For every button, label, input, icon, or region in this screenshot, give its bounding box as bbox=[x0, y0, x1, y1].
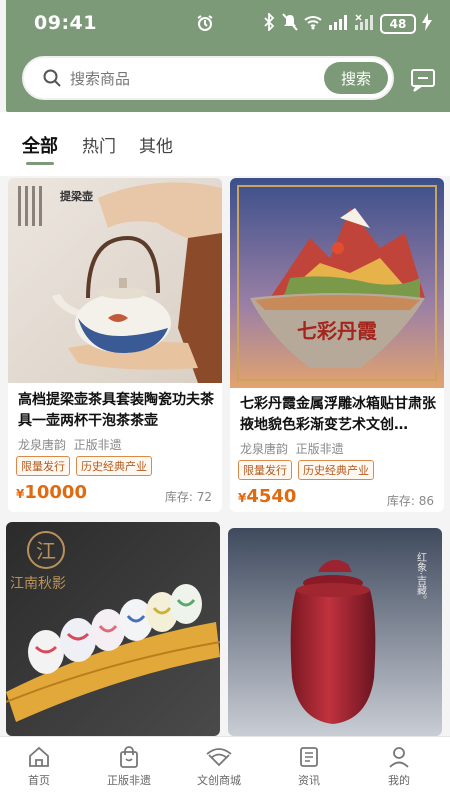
product-price: ¥4540 bbox=[238, 486, 296, 507]
tag-classic: 历史经典产业 bbox=[76, 456, 152, 476]
shopping-bag-icon bbox=[94, 745, 164, 769]
home-icon bbox=[4, 745, 74, 769]
charging-icon bbox=[422, 13, 432, 35]
price-value: 10000 bbox=[24, 482, 87, 503]
category-tabs: 全部 热门 其他 bbox=[0, 112, 450, 176]
search-icon bbox=[42, 68, 62, 92]
nav-label: 文创商城 bbox=[197, 774, 241, 787]
image-caption: 提梁壶 bbox=[60, 189, 93, 203]
tag-limited: 限量发行 bbox=[238, 460, 292, 480]
news-icon bbox=[274, 745, 344, 769]
search-button[interactable]: 搜索 bbox=[324, 62, 388, 94]
nav-home[interactable]: 首页 bbox=[4, 745, 74, 788]
nav-label: 首页 bbox=[28, 774, 50, 787]
image-caption: 七彩丹霞 bbox=[297, 319, 378, 343]
clock-time: 09:41 bbox=[34, 12, 97, 34]
mute-icon bbox=[282, 13, 298, 35]
product-image: 提梁壶 bbox=[8, 178, 222, 383]
tag-limited: 限量发行 bbox=[16, 456, 70, 476]
tag-classic: 历史经典产业 bbox=[298, 460, 374, 480]
product-price: ¥10000 bbox=[16, 482, 87, 503]
product-meta: 龙泉唐韵 正版非遗 bbox=[240, 440, 344, 457]
nav-label: 正版非遗 bbox=[107, 774, 151, 787]
nav-news[interactable]: 资讯 bbox=[274, 745, 344, 788]
signal-icon bbox=[328, 14, 348, 34]
logo-mark: 江 bbox=[36, 539, 56, 563]
image-caption: 红象·吉藏。 bbox=[415, 551, 427, 605]
tab-all[interactable]: 全部 bbox=[22, 132, 58, 158]
product-title: 高档提梁壶茶具套装陶瓷功夫茶具一壶两杯干泡茶茶壶 bbox=[18, 392, 214, 429]
product-image: 七彩丹霞 bbox=[230, 178, 444, 388]
nav-creative-mall[interactable]: 文创商城 bbox=[184, 745, 254, 788]
brand-badge: 正版非遗 bbox=[295, 442, 344, 456]
product-tags: 限量发行 历史经典产业 bbox=[238, 460, 374, 480]
active-tab-indicator bbox=[26, 162, 54, 165]
product-stock: 库存: 86 bbox=[386, 494, 434, 508]
battery-indicator: 48 bbox=[380, 14, 416, 34]
bottom-nav: 首页 正版非遗 文创商城 资讯 我的 bbox=[0, 736, 450, 800]
product-image: 江 江南秋影 bbox=[6, 522, 220, 736]
wifi-hat-icon bbox=[184, 745, 254, 769]
product-meta: 龙泉唐韵 正版非遗 bbox=[18, 436, 122, 453]
user-icon bbox=[364, 745, 434, 769]
nav-label: 我的 bbox=[388, 774, 410, 787]
brand-name: 龙泉唐韵 bbox=[240, 442, 289, 456]
product-card[interactable]: 提梁壶 高档提梁壶茶具套装陶瓷功夫茶具一壶两杯干泡茶茶壶 龙泉唐韵 正版非遗 限… bbox=[8, 178, 222, 512]
brand-name: 龙泉唐韵 bbox=[18, 438, 67, 452]
product-title: 七彩丹霞金属浮雕冰箱贴甘肃张掖地貌色彩渐变艺术文创… bbox=[240, 396, 436, 433]
image-caption: 江南秋影 bbox=[10, 576, 66, 592]
product-card[interactable]: 红象·吉藏。 bbox=[228, 528, 442, 736]
product-card[interactable]: 七彩丹霞 七彩丹霞金属浮雕冰箱贴甘肃张掖地貌色彩渐变艺术文创… 龙泉唐韵 正版非… bbox=[230, 178, 444, 512]
app-header: 09:41 48 搜索商品 搜索 bbox=[6, 0, 450, 112]
nav-mine[interactable]: 我的 bbox=[364, 745, 434, 788]
wifi-icon bbox=[304, 14, 322, 34]
message-icon[interactable] bbox=[410, 68, 436, 96]
signal-x-icon bbox=[354, 14, 374, 34]
nav-label: 资讯 bbox=[298, 774, 320, 787]
search-bar[interactable]: 搜索 bbox=[22, 56, 394, 100]
bluetooth-icon bbox=[262, 11, 276, 35]
tab-other[interactable]: 其他 bbox=[139, 132, 173, 157]
tab-hot[interactable]: 热门 bbox=[82, 132, 116, 157]
status-bar: 09:41 48 bbox=[6, 0, 450, 46]
product-tags: 限量发行 历史经典产业 bbox=[16, 456, 152, 476]
status-icons: 48 bbox=[262, 11, 432, 35]
search-input[interactable] bbox=[70, 67, 320, 91]
product-card[interactable]: 江 江南秋影 bbox=[6, 522, 220, 736]
nav-heritage[interactable]: 正版非遗 bbox=[94, 745, 164, 788]
product-image: 红象·吉藏。 bbox=[228, 528, 442, 736]
brand-badge: 正版非遗 bbox=[73, 438, 122, 452]
product-stock: 库存: 72 bbox=[164, 490, 212, 504]
alarm-icon bbox=[196, 14, 214, 36]
price-value: 4540 bbox=[246, 486, 297, 507]
